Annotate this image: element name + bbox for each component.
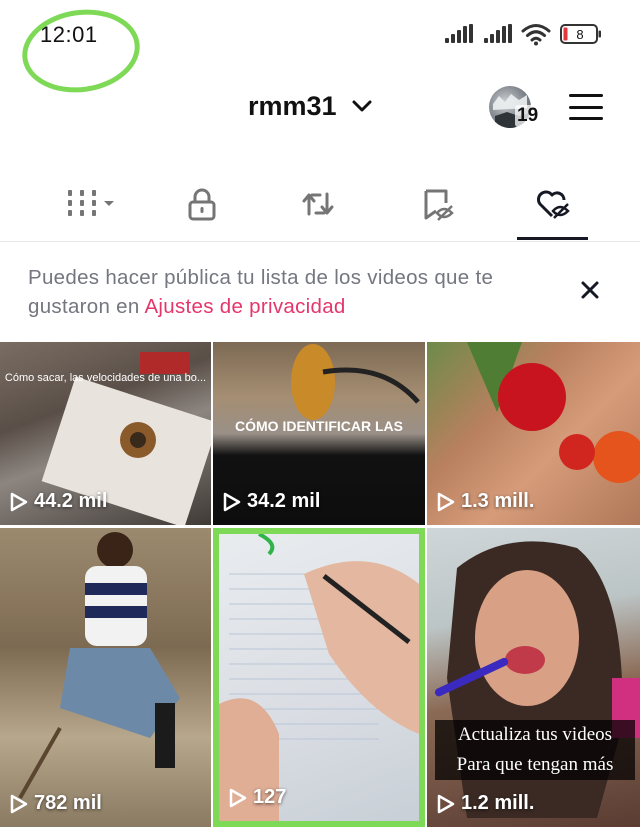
video-caption: Cómo sacar, las velocidades de una bo... [4,372,207,384]
tab-private[interactable] [162,180,242,240]
status-bar: 12:01 8 [0,0,640,100]
play-icon [229,788,247,807]
cellular-signal-icon [445,24,473,43]
view-count: 34.2 mil [223,490,320,513]
view-count-label: 782 mil [34,792,102,814]
video-thumbnail [219,534,419,821]
view-count: 782 mil [10,792,102,815]
tab-favorites[interactable] [397,180,477,240]
profile-tabs [0,180,640,242]
video-caption: CÓMO IDENTIFICAR LAS [235,418,403,434]
view-count-label: 1.3 mill. [461,490,535,512]
repost-icon [302,192,334,216]
view-count: 127 [229,786,286,809]
battery-icon: 8 [560,24,601,44]
play-icon [437,794,455,813]
video-caption-line2: Para que tengan más [435,750,635,780]
wifi-icon [521,24,551,46]
video-tile-highlighted[interactable]: 127 [213,528,425,827]
video-tile[interactable]: 782 mil [0,528,211,827]
close-icon[interactable] [578,278,602,302]
video-tile[interactable]: Actualiza tus videos Para que tengan más… [427,528,640,827]
play-icon [10,794,28,813]
lock-icon [188,188,216,221]
video-thumbnail [434,541,640,818]
play-icon [10,492,28,511]
view-count-label: 34.2 mil [247,490,321,512]
view-count: 1.3 mill. [437,490,534,513]
battery-level: 8 [576,27,583,42]
tab-reposts[interactable] [278,180,358,240]
view-count-label: 127 [253,786,287,808]
tab-liked[interactable] [513,180,593,240]
username-switcher[interactable]: rmm31 [248,91,337,122]
menu-icon[interactable] [569,94,603,120]
chevron-down-icon[interactable] [351,98,373,114]
active-tab-indicator [517,237,588,240]
play-icon [437,492,455,511]
tab-videos[interactable] [52,180,132,240]
video-tile[interactable]: CÓMO IDENTIFICAR LAS 34.2 mil [213,342,425,525]
view-count: 44.2 mil [10,490,107,513]
cellular-signal-icon [484,24,512,43]
view-count: 1.2 mill. [437,792,534,815]
view-count-label: 1.2 mill. [461,792,535,814]
liked-videos-grid: Cómo sacar, las velocidades de una bo...… [0,342,640,827]
play-icon [223,492,241,511]
grid-icon [68,190,114,216]
view-count-label: 44.2 mil [34,490,108,512]
avatar-badge-count: 19 [515,105,541,127]
video-caption-line1: Actualiza tus videos [435,720,635,750]
heart-eye-off-icon [537,190,570,219]
video-tile[interactable]: 1.3 mill. [427,342,640,525]
privacy-settings-link[interactable]: Ajustes de privacidad [144,295,345,318]
video-tile[interactable]: Cómo sacar, las velocidades de una bo...… [0,342,211,525]
bookmark-eye-off-icon [424,189,454,221]
privacy-notice: Puedes hacer pública tu lista de los vid… [28,263,568,321]
video-thumbnail [18,532,180,799]
profile-header: rmm31 19 [0,80,640,140]
